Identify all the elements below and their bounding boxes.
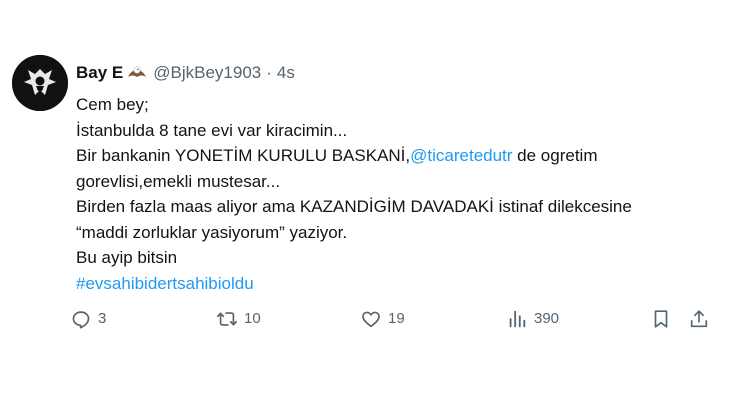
eagle-logo-icon xyxy=(12,55,68,111)
eagle-emoji-icon xyxy=(127,63,147,83)
reply-button[interactable]: 3 xyxy=(70,305,106,333)
like-count: 19 xyxy=(388,310,405,327)
text-segment: de ogretim xyxy=(512,146,598,165)
text-segment: gorevlisi,emekli mustesar... xyxy=(76,171,281,191)
hashtag-link[interactable]: #evsahibidertsahibioldu xyxy=(76,274,254,293)
bookmark-icon xyxy=(654,310,668,328)
view-count: 390 xyxy=(534,310,560,327)
timestamp[interactable]: 4s xyxy=(277,62,295,84)
retweet-button[interactable]: 10 xyxy=(216,305,261,333)
tweet-line: “maddi zorluklar yasiyorum” yaziyor. xyxy=(76,220,716,246)
retweet-count: 10 xyxy=(244,310,261,327)
tweet-line: Bu ayip bitsin xyxy=(76,245,716,271)
mention-link[interactable]: @ticaretedutr xyxy=(410,146,512,165)
text-segment: Birden fazla maas aliyor ama KAZANDİGİM … xyxy=(76,197,632,216)
tweet-line: gorevlisi,emekli mustesar... xyxy=(76,169,716,195)
tweet-line: #evsahibidertsahibioldu xyxy=(76,271,716,297)
reply-icon xyxy=(72,311,90,329)
views-button[interactable]: 390 xyxy=(506,305,559,333)
text-segment: İstanbulda 8 tane evi var kiracimin... xyxy=(76,120,348,140)
avatar[interactable] xyxy=(12,55,68,111)
views-chart-icon xyxy=(509,310,526,328)
tweet-line: Bir bankanin YONETİM KURULU BASKANİ,@tic… xyxy=(76,143,716,169)
like-button[interactable]: 19 xyxy=(360,305,405,333)
tweet-line: Cem bey; xyxy=(76,92,716,118)
heart-icon xyxy=(362,311,380,328)
separator-dot: · xyxy=(266,63,272,82)
text-segment: “maddi zorluklar yasiyorum” yaziyor. xyxy=(76,222,348,242)
tweet-line: Birden fazla maas aliyor ama KAZANDİGİM … xyxy=(76,194,716,220)
retweet-icon xyxy=(217,312,237,326)
text-segment: Bir bankanin YONETİM KURULU BASKANİ, xyxy=(76,146,411,165)
bookmark-button[interactable] xyxy=(650,305,672,333)
tweet-text: Cem bey; İstanbulda 8 tane evi var kirac… xyxy=(76,92,716,296)
tweet-line: İstanbulda 8 tane evi var kiracimin... xyxy=(76,118,716,144)
share-button[interactable] xyxy=(688,305,710,333)
text-segment: Cem bey; xyxy=(76,95,149,114)
tweet-header: Bay E @BjkBey1903 · 4s xyxy=(76,62,295,84)
author-name[interactable]: Bay E xyxy=(76,62,123,84)
text-segment: Bu ayip bitsin xyxy=(76,248,178,267)
author-handle[interactable]: @BjkBey1903 xyxy=(153,62,261,84)
share-icon xyxy=(690,310,708,328)
reply-count: 3 xyxy=(98,310,107,327)
tweet[interactable]: Bay E @BjkBey1903 · 4s Cem bey; İstanbul… xyxy=(0,0,730,420)
action-bar: 3 10 19 390 xyxy=(66,305,726,333)
